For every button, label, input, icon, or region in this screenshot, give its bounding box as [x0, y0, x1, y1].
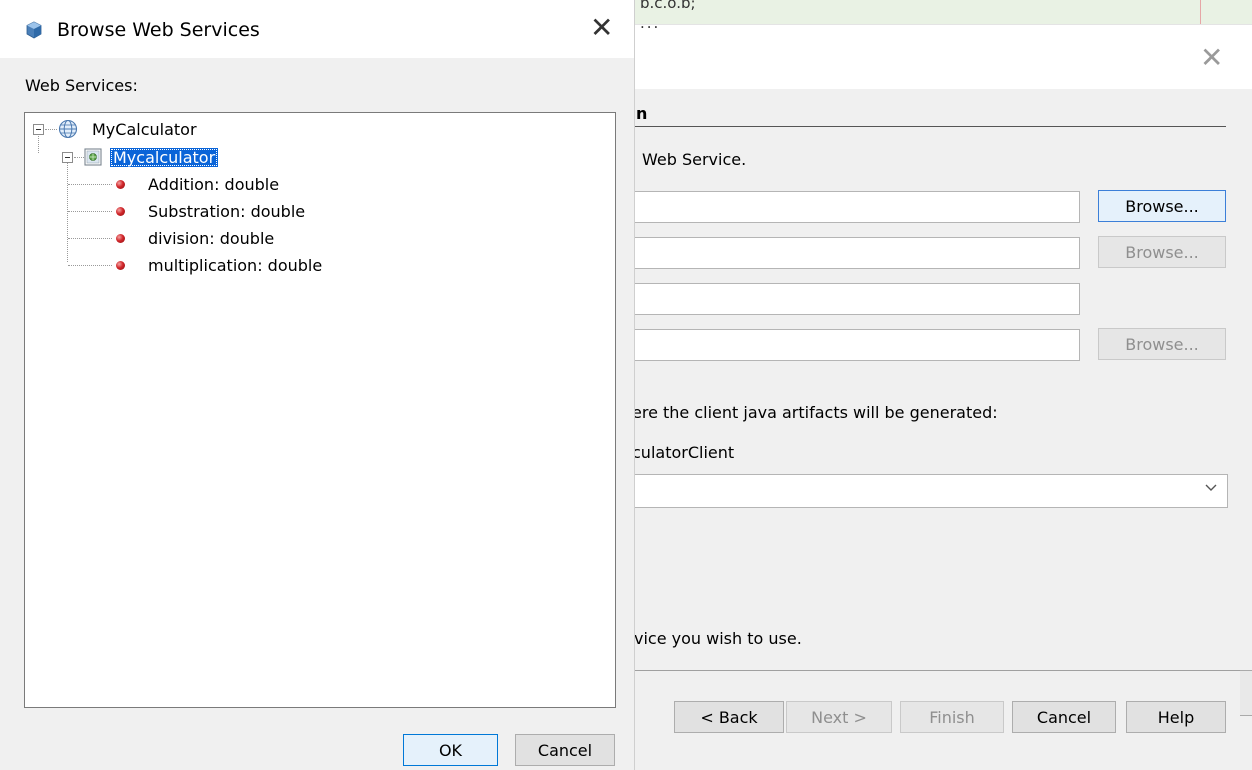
- operation-label: Addition: double: [148, 174, 280, 194]
- finish-button[interactable]: Finish: [900, 701, 1004, 733]
- cube-icon: [25, 21, 43, 39]
- web-services-tree[interactable]: MyCalculator Mycalculator Addition: doub…: [24, 112, 616, 708]
- red-ball-icon: [116, 260, 125, 270]
- close-icon[interactable]: ✕: [590, 14, 613, 42]
- local-file-field[interactable]: [632, 237, 1080, 269]
- tree-connector: [68, 211, 112, 212]
- ide-service-field[interactable]: [632, 329, 1080, 361]
- tree-node-root[interactable]: MyCalculator: [33, 117, 197, 141]
- client-project-text: culatorClient: [632, 443, 735, 462]
- wizard-close-icon[interactable]: ✕: [1200, 44, 1223, 72]
- dialog-title: Browse Web Services: [57, 19, 260, 41]
- collapse-toggle-icon[interactable]: [33, 123, 44, 135]
- tree-connector: [68, 265, 112, 266]
- wizard-footer-divider: [632, 670, 1240, 671]
- tree-node-label: MyCalculator: [92, 119, 197, 139]
- web-service-text: Web Service.: [642, 150, 747, 169]
- tree-node-operation[interactable]: Substration: double: [116, 199, 305, 223]
- collapse-toggle-icon[interactable]: [62, 151, 73, 163]
- package-instructions-text: ere the client java artifacts will be ge…: [632, 403, 998, 422]
- web-services-label: Web Services:: [25, 76, 138, 95]
- red-ball-icon: [116, 206, 125, 216]
- tree-node-label-selected: Mycalculator: [110, 147, 219, 167]
- wizard-section-title: n: [636, 104, 648, 123]
- background-panel-edge: [1240, 670, 1252, 716]
- wizard-cancel-button[interactable]: Cancel: [1012, 701, 1116, 733]
- tree-node-operation[interactable]: division: double: [116, 226, 274, 250]
- globe-icon: [58, 119, 78, 139]
- ok-button[interactable]: OK: [403, 734, 498, 766]
- browse-file-button[interactable]: Browse...: [1098, 236, 1226, 268]
- tree-connector: [68, 184, 112, 185]
- tree-node-service[interactable]: Mycalculator: [62, 145, 219, 169]
- web-service-icon: [83, 147, 103, 167]
- tree-connector: [67, 162, 68, 262]
- package-combo[interactable]: [632, 474, 1228, 508]
- red-ball-icon: [116, 179, 125, 189]
- wsdl-url-field[interactable]: [632, 283, 1080, 315]
- next-button[interactable]: Next >: [786, 701, 892, 733]
- back-button[interactable]: < Back: [674, 701, 784, 733]
- tree-node-operation[interactable]: multiplication: double: [116, 253, 322, 277]
- wizard-title-bar: [632, 24, 1252, 89]
- wizard-title-divider: [632, 126, 1226, 127]
- help-button[interactable]: Help: [1126, 701, 1226, 733]
- tree-node-operation[interactable]: Addition: double: [116, 172, 279, 196]
- tree-connector: [68, 238, 112, 239]
- operation-label: division: double: [148, 228, 275, 248]
- red-ball-icon: [116, 233, 125, 243]
- browse-project-button[interactable]: Browse...: [1098, 190, 1226, 222]
- background-code-fragment-2: ...: [640, 14, 661, 32]
- operation-label: multiplication: double: [148, 255, 323, 275]
- browse-service-button[interactable]: Browse...: [1098, 328, 1226, 360]
- background-code-fragment: b.c.o.b;: [640, 0, 696, 12]
- cancel-button[interactable]: Cancel: [515, 734, 615, 766]
- operation-label: Substration: double: [148, 201, 306, 221]
- chevron-down-icon[interactable]: [1204, 480, 1218, 499]
- wsdl-project-field[interactable]: [632, 191, 1080, 223]
- hint-text: vice you wish to use.: [634, 629, 802, 648]
- wizard-dialog: [632, 10, 1252, 770]
